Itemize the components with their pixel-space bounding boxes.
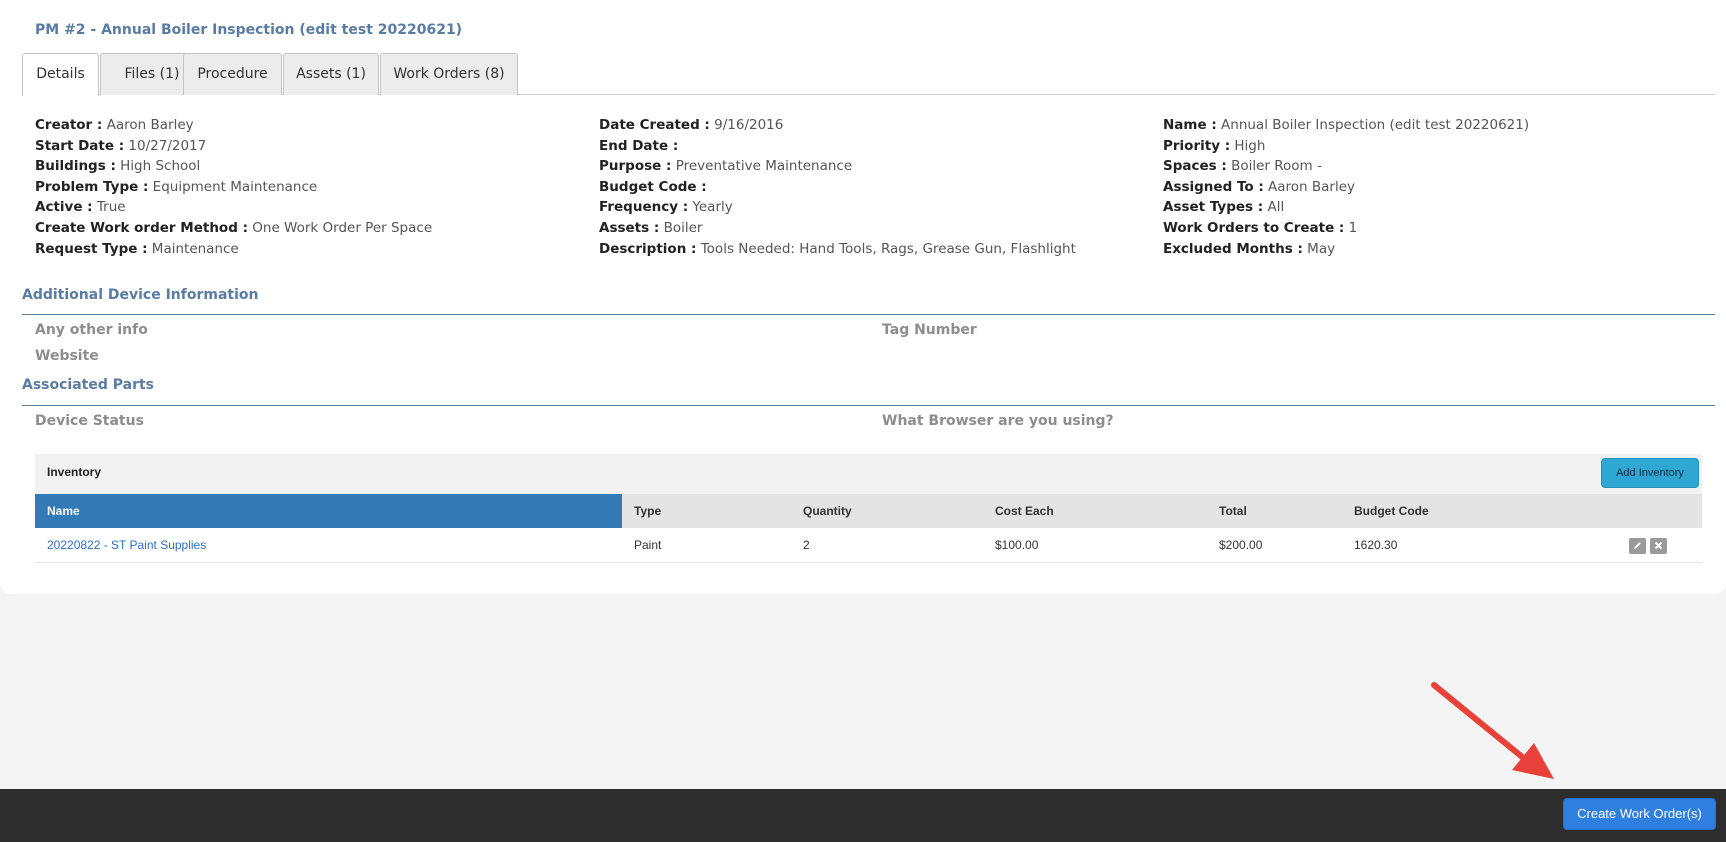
pm-details-card: PM #2 - Annual Boiler Inspection (edit t… [0, 0, 1726, 594]
detail-buildings: Buildings : High School [35, 158, 201, 175]
cell-name: 20220822 - ST Paint Supplies [47, 528, 206, 563]
cell-type: Paint [634, 538, 662, 552]
cell-budget-code: 1620.30 [1354, 538, 1398, 552]
add-inventory-button[interactable]: Add Inventory [1601, 458, 1699, 488]
field-any-other-info: Any other info [35, 322, 148, 338]
additional-info-title: Additional Device Information [22, 287, 259, 303]
field-device-status: Device Status [35, 413, 144, 429]
column-header-cost-each: Cost Each [995, 504, 1054, 518]
inventory-panel: Inventory Add Inventory Name Type Quanti… [35, 454, 1702, 564]
details-column-2: Date Created : 9/16/2016 End Date : Purp… [599, 115, 1076, 259]
close-icon [1654, 541, 1663, 550]
inventory-header: Inventory Add Inventory [35, 454, 1702, 494]
detail-description: Description : Tools Needed: Hand Tools, … [599, 240, 1076, 257]
tab-bar: Details Files (1) Procedure Assets (1) W… [22, 53, 1715, 96]
associated-parts-divider [22, 405, 1715, 406]
field-browser: What Browser are you using? [882, 413, 1114, 429]
detail-request-type: Request Type : Maintenance [35, 240, 239, 257]
column-header-name[interactable]: Name [35, 494, 622, 528]
detail-spaces: Spaces : Boiler Room - [1163, 158, 1322, 175]
detail-assets: Assets : Boiler [599, 219, 703, 236]
detail-purpose: Purpose : Preventative Maintenance [599, 158, 853, 175]
detail-frequency: Frequency : Yearly [599, 199, 733, 216]
column-header-quantity: Quantity [803, 504, 852, 518]
cell-cost-each: $100.00 [995, 538, 1039, 552]
tab-procedure[interactable]: Procedure [183, 53, 282, 95]
detail-creator: Creator : Aaron Barley [35, 117, 194, 133]
pencil-icon [1634, 542, 1641, 549]
detail-create-method: Create Work order Method : One Work Orde… [35, 219, 433, 236]
page-title: PM #2 - Annual Boiler Inspection (edit t… [35, 22, 463, 38]
associated-parts-title: Associated Parts [22, 377, 155, 393]
detail-problem-type: Problem Type : Equipment Maintenance [35, 178, 318, 195]
annotation-arrow [1431, 682, 1554, 779]
inventory-item-link[interactable]: 20220822 - ST Paint Supplies [47, 538, 206, 552]
detail-work-orders-to-create: Work Orders to Create : 1 [1163, 219, 1358, 236]
column-header-type: Type [634, 504, 662, 518]
detail-end-date: End Date : [599, 137, 679, 154]
column-header-budget-code: Budget Code [1354, 504, 1429, 518]
additional-info-divider [22, 314, 1715, 315]
cell-total: $200.00 [1219, 538, 1263, 552]
detail-asset-types: Asset Types : All [1163, 199, 1285, 216]
detail-date-created: Date Created : 9/16/2016 [599, 117, 784, 133]
detail-assigned-to: Assigned To : Aaron Barley [1163, 178, 1356, 195]
column-header-total: Total [1219, 504, 1247, 518]
detail-budget-code: Budget Code : [599, 178, 707, 195]
details-column-1: Creator : Aaron Barley Start Date : 10/2… [35, 115, 432, 259]
detail-active: Active : True [35, 199, 126, 216]
field-tag-number: Tag Number [882, 322, 977, 338]
delete-row-button[interactable] [1650, 538, 1667, 554]
cell-quantity: 2 [803, 538, 810, 552]
edit-row-button[interactable] [1629, 538, 1646, 554]
inventory-table-header: Name Type Quantity Cost Each Total Budge… [35, 494, 1702, 528]
tab-assets[interactable]: Assets (1) [283, 53, 379, 95]
create-work-orders-button[interactable]: Create Work Order(s) [1563, 798, 1716, 830]
field-website: Website [35, 348, 99, 364]
inventory-title: Inventory [47, 465, 102, 479]
detail-priority: Priority : High [1163, 137, 1266, 154]
detail-excluded-months: Excluded Months : May [1163, 240, 1336, 257]
table-row: 20220822 - ST Paint Supplies Paint 2 $10… [35, 528, 1702, 563]
details-column-3: Name : Annual Boiler Inspection (edit te… [1163, 115, 1529, 259]
footer-bar: Create Work Order(s) [0, 789, 1726, 842]
detail-start-date: Start Date : 10/27/2017 [35, 137, 207, 154]
tab-work-orders[interactable]: Work Orders (8) [380, 53, 518, 95]
tab-details[interactable]: Details [22, 53, 99, 96]
detail-name: Name : Annual Boiler Inspection (edit te… [1163, 117, 1530, 133]
